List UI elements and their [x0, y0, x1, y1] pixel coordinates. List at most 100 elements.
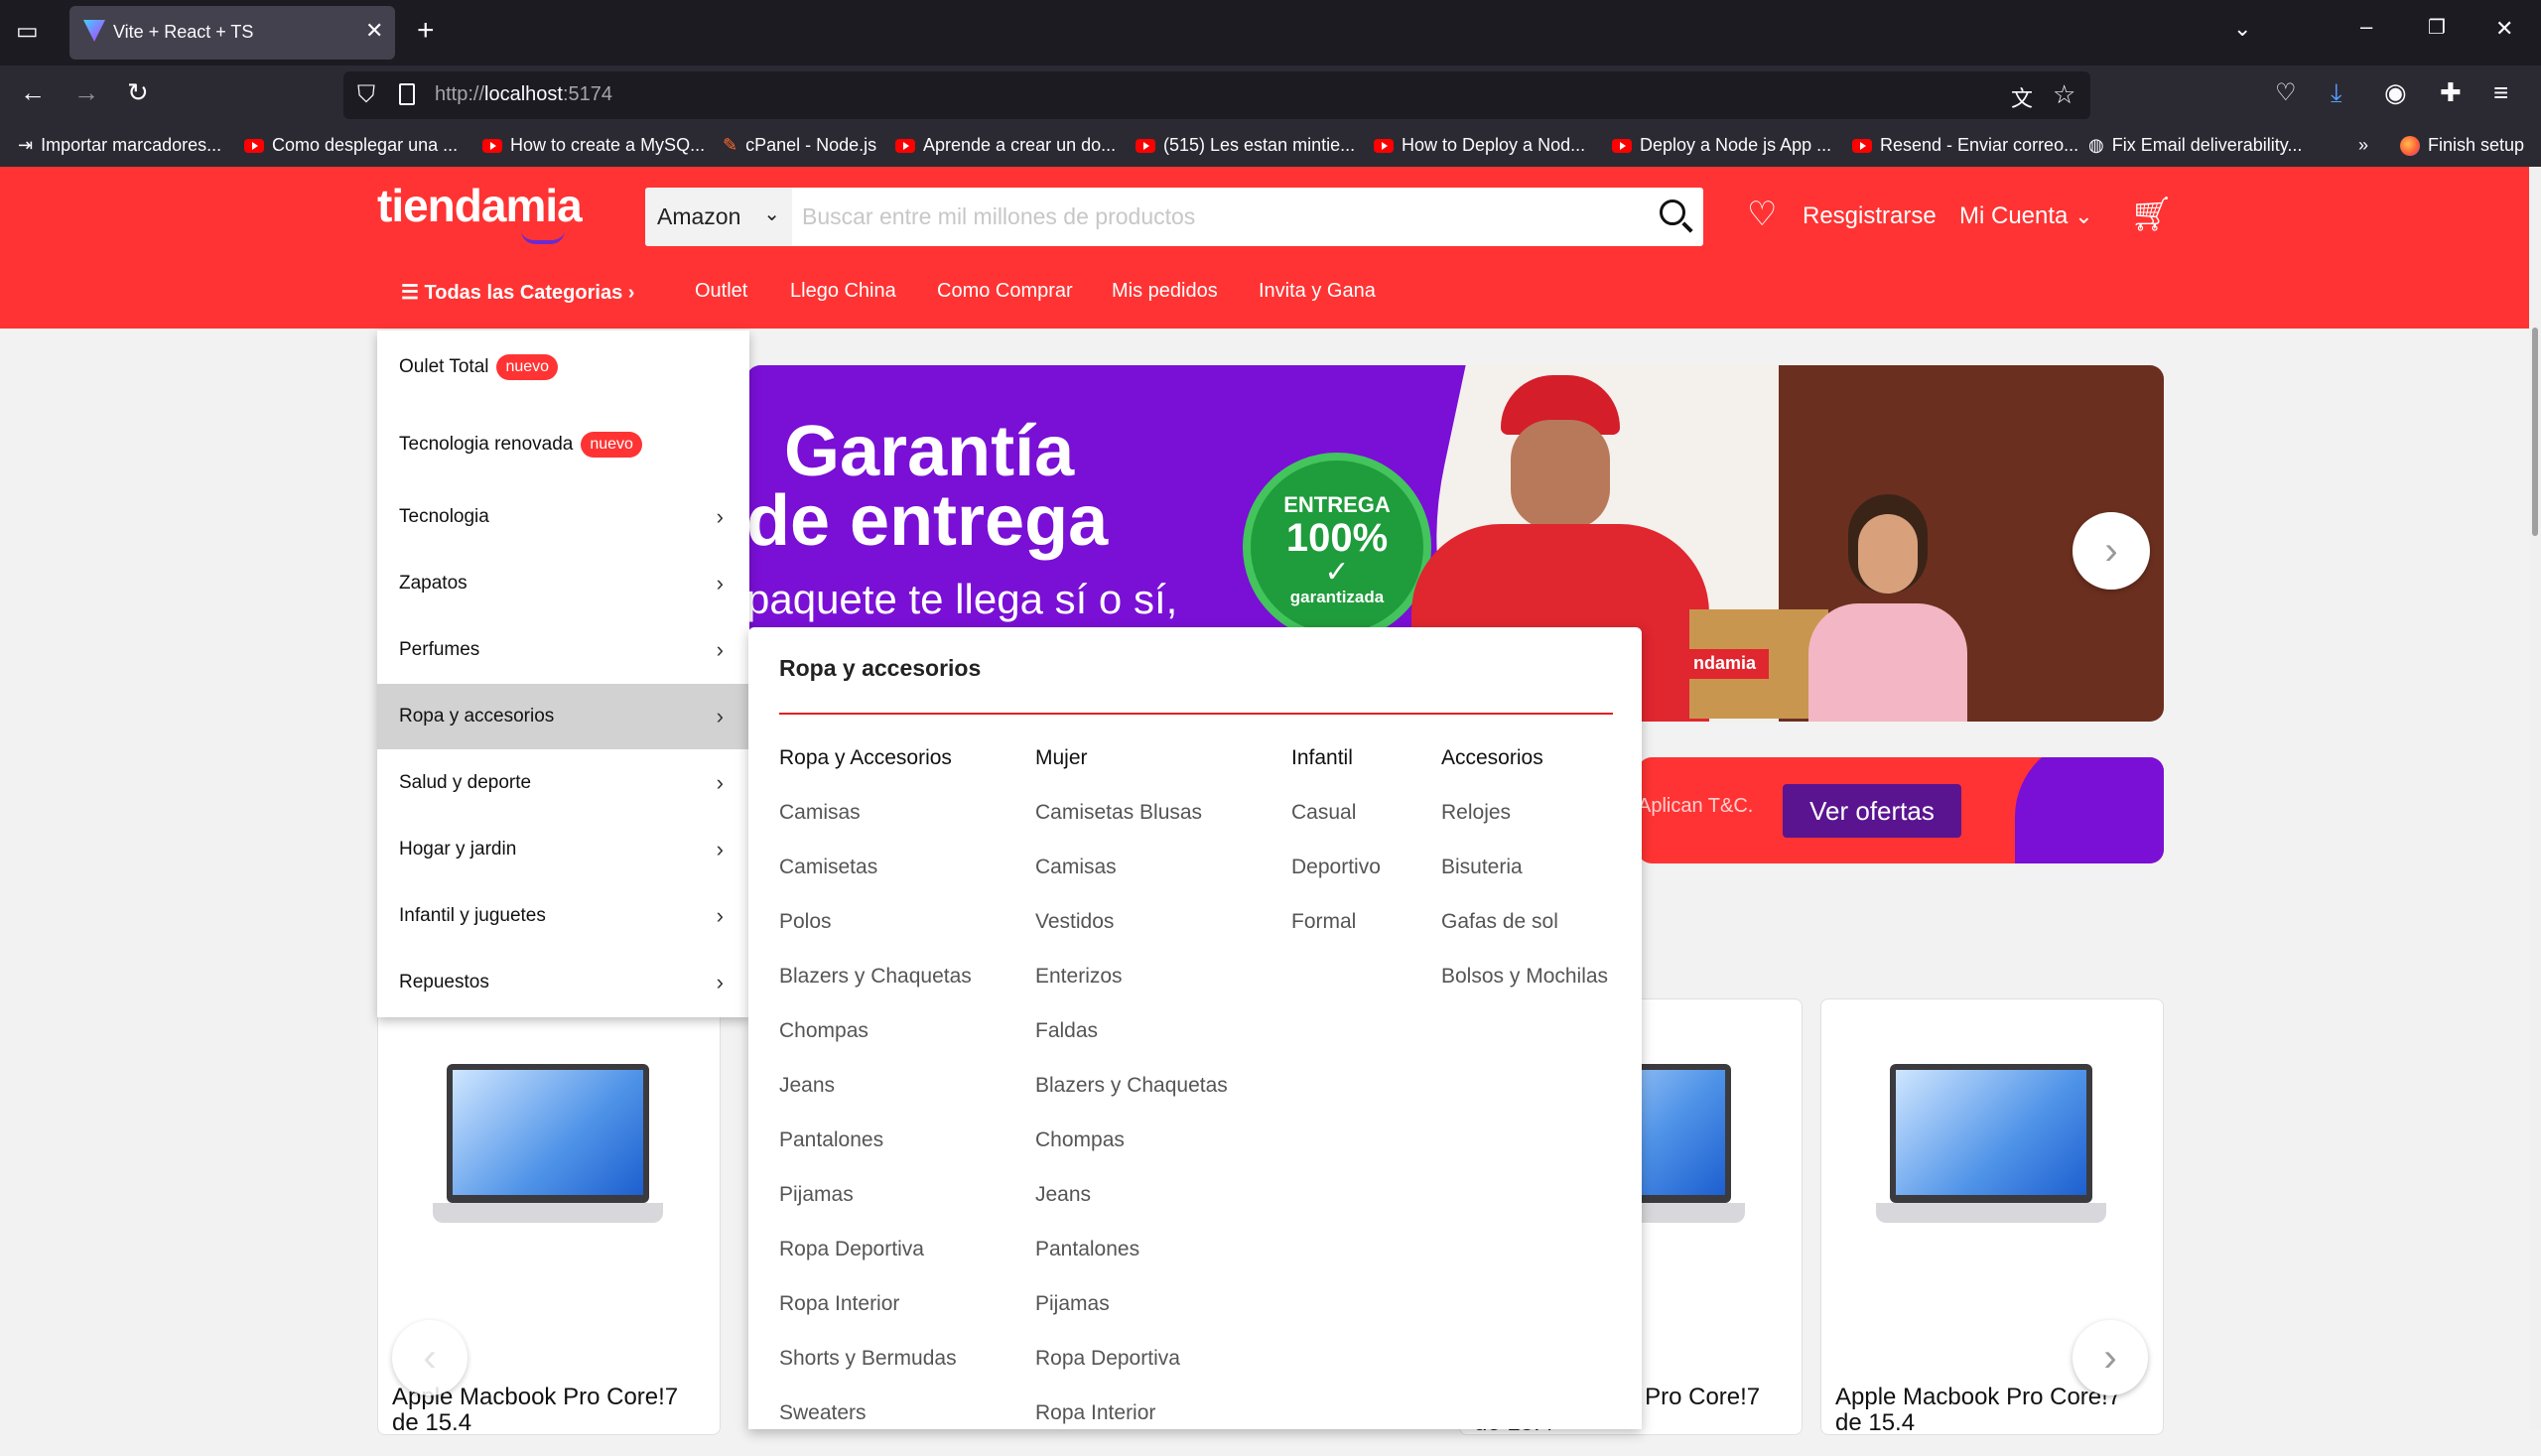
subcategory-link[interactable]: Camisetas Blusas — [1035, 801, 1228, 856]
products-prev-button[interactable]: ‹ — [392, 1320, 468, 1395]
category-tecnologia-renovada[interactable]: Tecnologia renovada nuevo — [377, 410, 749, 479]
subcategory-link[interactable]: Blazers y Chaquetas — [1035, 1074, 1228, 1128]
subcategory-link[interactable]: Chompas — [1035, 1128, 1228, 1183]
search-icon[interactable] — [1660, 199, 1685, 225]
bookmark-item[interactable]: Deploy a Node js App ... — [1612, 135, 1831, 156]
column-heading[interactable]: Ropa y Accesorios — [779, 746, 972, 801]
subcategory-link[interactable]: Ropa Interior — [779, 1292, 972, 1347]
search-input[interactable] — [802, 188, 1636, 246]
subcategory-link[interactable]: Ropa Deportiva — [779, 1238, 972, 1292]
subcategory-link[interactable]: Pijamas — [779, 1183, 972, 1238]
bookmark-item[interactable]: ✎ cPanel - Node.js — [723, 135, 876, 156]
restore-icon[interactable]: ❐ — [2428, 18, 2446, 38]
bookmark-item[interactable]: How to create a MySQ... — [482, 135, 705, 156]
nav-llego-china[interactable]: Llego China — [790, 280, 896, 303]
bookmark-star-icon[interactable]: ☆ — [2053, 79, 2075, 110]
minimize-icon[interactable]: – — [2360, 16, 2372, 38]
translate-icon[interactable]: 文 — [2011, 81, 2033, 113]
bookmark-item[interactable]: Aprende a crear un do... — [895, 135, 1116, 156]
all-categories-button[interactable]: ☰ Todas las Categorias › — [401, 280, 634, 305]
bookmark-item[interactable]: (515) Les estan mintie... — [1136, 135, 1355, 156]
ver-ofertas-button[interactable]: Ver ofertas — [1783, 784, 1961, 838]
subcategory-link[interactable]: Camisetas — [779, 856, 972, 910]
nav-mis-pedidos[interactable]: Mis pedidos — [1112, 280, 1218, 303]
subcategory-link[interactable]: Pantalones — [1035, 1238, 1228, 1292]
category-salud-y-deporte[interactable]: Salud y deporte › — [377, 750, 749, 816]
subcategory-link[interactable]: Formal — [1291, 910, 1381, 965]
url-bar[interactable]: ⛉ http://localhost:5174 文 ☆ — [343, 71, 2090, 119]
column-ropa-y-accesorios: Ropa y Accesorios Camisas Camisetas Polo… — [779, 746, 972, 1456]
menu-icon[interactable]: ≡ — [2493, 79, 2508, 105]
vite-favicon-icon — [83, 20, 105, 42]
subcategory-link[interactable]: Casual — [1291, 801, 1381, 856]
nav-invita-y-gana[interactable]: Invita y Gana — [1259, 280, 1376, 303]
nav-como-comprar[interactable]: Como Comprar — [937, 280, 1073, 303]
category-ropa-y-accesorios[interactable]: Ropa y accesorios › — [377, 684, 749, 749]
cart-icon[interactable]: 🛒︎ — [2130, 195, 2173, 234]
category-hogar-y-jardin[interactable]: Hogar y jardin › — [377, 817, 749, 882]
browser-tab-active[interactable]: Vite + React + TS ✕ — [69, 6, 395, 60]
bookmark-item[interactable]: Resend - Enviar correo... — [1852, 135, 2078, 156]
page-icon[interactable] — [399, 83, 415, 105]
bookmark-item[interactable]: Como desplegar una ... — [244, 135, 458, 156]
wishlist-heart-icon[interactable]: ♡ — [1747, 195, 1777, 234]
bookmark-item[interactable]: ⇥ Importar marcadores... — [18, 135, 221, 156]
subcategory-link[interactable]: Ropa Deportiva — [1035, 1347, 1228, 1401]
category-zapatos[interactable]: Zapatos › — [377, 551, 749, 616]
nav-outlet[interactable]: Outlet — [695, 280, 747, 303]
column-heading[interactable]: Accesorios — [1441, 746, 1608, 801]
subcategory-link[interactable]: Deportivo — [1291, 856, 1381, 910]
subcategory-link[interactable]: Chompas — [779, 1019, 972, 1074]
reload-icon[interactable]: ↻ — [127, 79, 149, 105]
category-tecnologia[interactable]: Tecnologia › — [377, 484, 749, 550]
subcategory-link[interactable]: Gafas de sol — [1441, 910, 1608, 965]
pocket-icon[interactable]: ♡ — [2275, 81, 2297, 105]
subcategory-link[interactable]: Polos — [779, 910, 972, 965]
subcategory-link[interactable]: Camisas — [1035, 856, 1228, 910]
subcategory-link[interactable]: Bisuteria — [1441, 856, 1608, 910]
hero-next-button[interactable]: › — [2073, 512, 2150, 590]
subcategory-link[interactable]: Pantalones — [779, 1128, 972, 1183]
category-repuestos[interactable]: Repuestos › — [377, 950, 749, 1015]
list-all-tabs-icon[interactable]: ⌄ — [2233, 18, 2251, 40]
subcategory-link[interactable]: Relojes — [1441, 801, 1608, 856]
category-oulet-total[interactable]: Oulet Total nuevo — [377, 332, 749, 402]
shield-icon[interactable]: ⛉ — [357, 81, 375, 109]
bookmark-item[interactable]: How to Deploy a Nod... — [1374, 135, 1585, 156]
bookmarks-overflow-icon[interactable]: » — [2358, 135, 2368, 156]
subcategory-link[interactable]: Jeans — [1035, 1183, 1228, 1238]
extensions-icon[interactable]: ✚ — [2440, 79, 2462, 105]
tab-list-icon[interactable]: ▭ — [16, 20, 39, 44]
subcategory-link[interactable]: Faldas — [1035, 1019, 1228, 1074]
category-infantil-y-juguetes[interactable]: Infantil y juguetes › — [377, 883, 749, 949]
account-icon[interactable]: ◉ — [2384, 79, 2407, 105]
store-select[interactable]: Amazon ⌄ — [645, 188, 792, 246]
new-tab-icon[interactable]: + — [417, 16, 435, 46]
bookmark-item[interactable]: ◍ Fix Email deliverability... — [2088, 135, 2302, 156]
subcategory-link[interactable]: Blazers y Chaquetas — [779, 965, 972, 1019]
products-next-button[interactable]: › — [2073, 1320, 2148, 1395]
downloads-icon[interactable]: ⤓ — [2331, 79, 2342, 105]
subcategory-link[interactable]: Bolsos y Mochilas — [1441, 965, 1608, 1019]
subcategory-link[interactable]: Shorts y Bermudas — [779, 1347, 972, 1401]
subcategory-link[interactable]: Camisas — [779, 801, 972, 856]
subcategory-link[interactable]: Vestidos — [1035, 910, 1228, 965]
scrollbar-thumb[interactable] — [2532, 328, 2538, 536]
forward-icon[interactable]: → — [73, 79, 99, 105]
column-heading[interactable]: Infantil — [1291, 746, 1381, 801]
register-link[interactable]: Resgistrarse — [1803, 202, 1937, 230]
back-icon[interactable]: ← — [20, 79, 46, 105]
close-tab-icon[interactable]: ✕ — [365, 18, 383, 44]
subcategory-link[interactable]: Pijamas — [1035, 1292, 1228, 1347]
globe-icon: ◍ — [2088, 135, 2104, 155]
subcategory-link[interactable]: Jeans — [779, 1074, 972, 1128]
finish-setup-button[interactable]: Finish setup — [2400, 135, 2524, 156]
column-heading[interactable]: Mujer — [1035, 746, 1228, 801]
promo-banner[interactable]: Aplican T&C. Ver ofertas — [1638, 757, 2164, 863]
close-window-icon[interactable]: ✕ — [2495, 18, 2513, 40]
account-menu[interactable]: Mi Cuenta ⌄ — [1959, 202, 2093, 230]
subcategory-link[interactable]: Enterizos — [1035, 965, 1228, 1019]
category-perfumes[interactable]: Perfumes › — [377, 617, 749, 683]
chevron-right-icon: › — [716, 504, 724, 529]
tiendamia-logo[interactable]: tiendamia — [377, 179, 583, 232]
